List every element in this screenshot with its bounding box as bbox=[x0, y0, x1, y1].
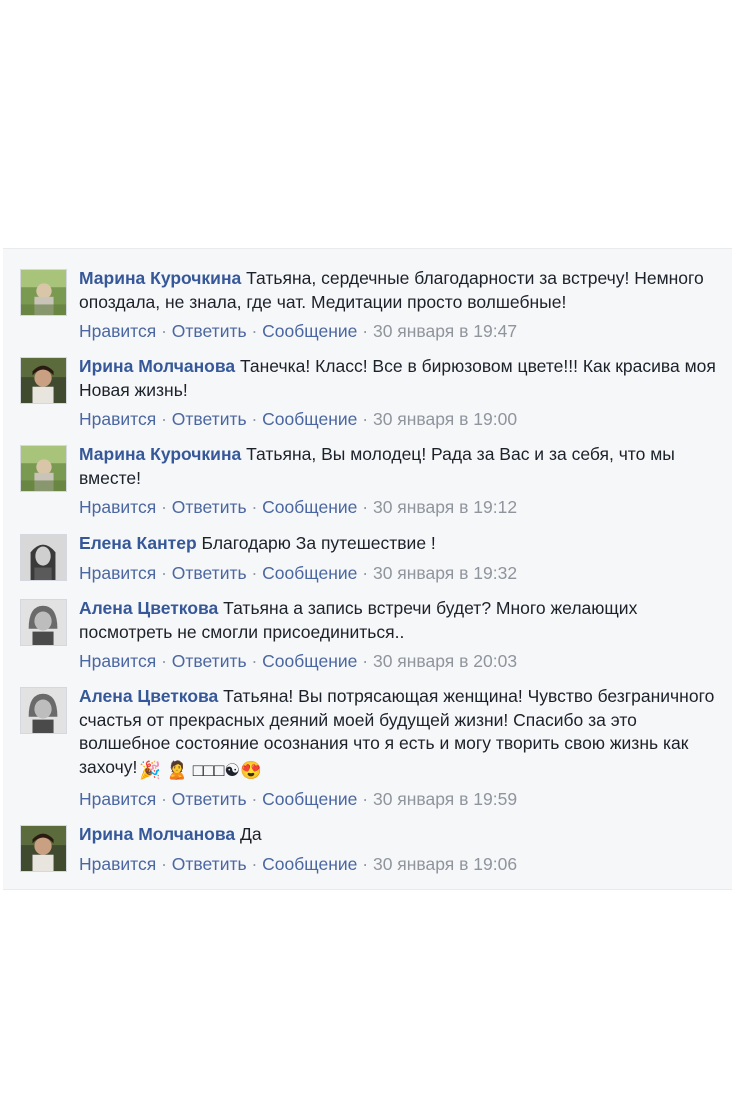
reply-link[interactable]: Ответить bbox=[172, 563, 247, 583]
comment-actions: Нравится · Ответить · Сообщение · 30 янв… bbox=[79, 789, 518, 809]
reply-link[interactable]: Ответить bbox=[172, 497, 247, 517]
message-link[interactable]: Сообщение bbox=[262, 409, 357, 429]
like-link[interactable]: Нравится bbox=[79, 854, 156, 874]
comment-timestamp[interactable]: 30 января в 19:59 bbox=[373, 789, 517, 809]
comment-text: Благодарю За путешествие ! bbox=[201, 533, 436, 553]
comment-timestamp[interactable]: 30 января в 19:32 bbox=[373, 563, 517, 583]
like-link[interactable]: Нравится bbox=[79, 651, 156, 671]
comment-timestamp[interactable]: 30 января в 19:12 bbox=[373, 497, 517, 517]
like-link[interactable]: Нравится bbox=[79, 563, 156, 583]
avatar-photo-icon bbox=[21, 600, 66, 645]
message-link[interactable]: Сообщение bbox=[262, 854, 357, 874]
avatar-marina[interactable] bbox=[20, 445, 67, 492]
comment-actions: Нравится · Ответить · Сообщение · 30 янв… bbox=[79, 321, 518, 341]
message-link[interactable]: Сообщение bbox=[262, 789, 357, 809]
reply-link[interactable]: Ответить bbox=[172, 321, 247, 341]
reply-link[interactable]: Ответить bbox=[172, 409, 247, 429]
message-link[interactable]: Сообщение bbox=[262, 651, 357, 671]
avatar-irina[interactable] bbox=[20, 825, 67, 872]
comment-actions: Нравится · Ответить · Сообщение · 30 янв… bbox=[79, 651, 518, 671]
message-link[interactable]: Сообщение bbox=[262, 321, 357, 341]
comment-author[interactable]: Алена Цветкова bbox=[79, 598, 218, 618]
like-link[interactable]: Нравится bbox=[79, 321, 156, 341]
reply-link[interactable]: Ответить bbox=[172, 651, 247, 671]
avatar-photo-icon bbox=[21, 358, 66, 403]
avatar-alena[interactable] bbox=[20, 599, 67, 646]
avatar-photo-icon bbox=[21, 826, 66, 871]
comment-timestamp[interactable]: 30 января в 20:03 bbox=[373, 651, 517, 671]
comment-actions: Нравится · Ответить · Сообщение · 30 янв… bbox=[79, 409, 518, 429]
like-link[interactable]: Нравится bbox=[79, 789, 156, 809]
emoji-sequence: 🎉 🙎 □□□☯😍 bbox=[139, 759, 262, 780]
comment-timestamp[interactable]: 30 января в 19:00 bbox=[373, 409, 517, 429]
avatar-alena[interactable] bbox=[20, 687, 67, 734]
avatar-photo-icon bbox=[21, 446, 66, 491]
reply-link[interactable]: Ответить bbox=[172, 854, 247, 874]
comment-author[interactable]: Ирина Молчанова bbox=[79, 824, 235, 844]
avatar-marina[interactable] bbox=[20, 269, 67, 316]
reply-link[interactable]: Ответить bbox=[172, 789, 247, 809]
like-link[interactable]: Нравится bbox=[79, 497, 156, 517]
comment-author[interactable]: Алена Цветкова bbox=[79, 686, 218, 706]
message-link[interactable]: Сообщение bbox=[262, 497, 357, 517]
comment-text: Да bbox=[240, 824, 262, 844]
avatar-irina[interactable] bbox=[20, 357, 67, 404]
comment-timestamp[interactable]: 30 января в 19:06 bbox=[373, 854, 517, 874]
comment-timestamp[interactable]: 30 января в 19:47 bbox=[373, 321, 517, 341]
comment-actions: Нравится · Ответить · Сообщение · 30 янв… bbox=[79, 853, 518, 874]
comment-author[interactable]: Марина Курочкина bbox=[79, 444, 241, 464]
avatar-photo-icon bbox=[21, 535, 66, 580]
comment-author[interactable]: Елена Кантер bbox=[79, 533, 197, 553]
comment-actions: Нравится · Ответить · Сообщение · 30 янв… bbox=[79, 497, 518, 517]
avatar-photo-icon bbox=[21, 688, 66, 733]
message-link[interactable]: Сообщение bbox=[262, 563, 357, 583]
like-link[interactable]: Нравится bbox=[79, 409, 156, 429]
comment-actions: Нравится · Ответить · Сообщение · 30 янв… bbox=[79, 562, 518, 583]
comments-panel: Марина Курочкина Татьяна, сердечные благ… bbox=[3, 248, 732, 890]
avatar-elena[interactable] bbox=[20, 534, 67, 581]
comment-author[interactable]: Марина Курочкина bbox=[79, 268, 241, 288]
comment-author[interactable]: Ирина Молчанова bbox=[79, 356, 235, 376]
avatar-photo-icon bbox=[21, 270, 66, 315]
